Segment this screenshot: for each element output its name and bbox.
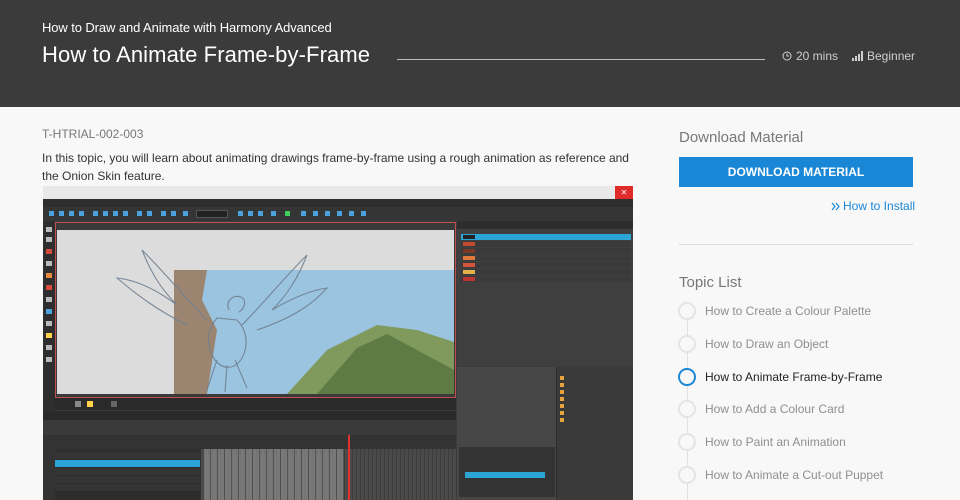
signal-bars-icon — [852, 51, 863, 61]
sidebar-divider — [679, 244, 913, 245]
topic-item-draw-object[interactable]: How to Draw an Object — [678, 334, 828, 354]
topic-item-colour-card[interactable]: How to Add a Colour Card — [678, 399, 844, 419]
how-to-install-label: How to Install — [843, 199, 916, 213]
tool-properties-panel — [457, 367, 633, 500]
topic-label: How to Animate a Cut-out Puppet — [705, 468, 884, 482]
topic-label: How to Paint an Animation — [705, 435, 846, 449]
tool-sidebar — [43, 221, 55, 431]
how-to-install-link[interactable]: How to Install — [831, 199, 915, 213]
circle-icon — [678, 400, 696, 418]
topic-item-paint-animation[interactable]: How to Paint an Animation — [678, 432, 846, 452]
topic-code: T-HTRIAL-002-003 — [42, 127, 144, 141]
clock-icon — [782, 51, 792, 61]
page-header: How to Draw and Animate with Harmony Adv… — [0, 0, 960, 107]
window-menubar — [43, 199, 633, 207]
drawing-canvas — [57, 230, 454, 394]
timeline-frames — [201, 449, 456, 500]
circle-icon — [678, 433, 696, 451]
topic-item-cut-out-puppet[interactable]: How to Animate a Cut-out Puppet — [678, 465, 883, 485]
scene-art — [115, 249, 454, 394]
window-toolbar — [43, 207, 633, 221]
circle-icon — [678, 335, 696, 353]
window-close-icon: ✕ — [615, 186, 633, 199]
page-title: How to Animate Frame-by-Frame — [42, 42, 371, 67]
download-heading: Download Material — [679, 129, 804, 146]
header-divider — [397, 59, 765, 60]
window-titlebar: ✕ — [43, 186, 633, 199]
circle-icon — [678, 302, 696, 320]
circle-icon — [678, 466, 696, 484]
camera-status-bar — [55, 398, 456, 410]
download-material-button[interactable]: DOWNLOAD MATERIAL — [679, 157, 913, 187]
playhead — [348, 435, 350, 500]
topic-intro: In this topic, you will learn about anim… — [42, 151, 629, 183]
library-list — [558, 375, 633, 435]
course-title[interactable]: How to Draw and Animate with Harmony Adv… — [42, 20, 332, 35]
topic-list-heading: Topic List — [679, 274, 742, 291]
topic-item-animate-frame-by-frame[interactable]: How to Animate Frame-by-Frame — [678, 367, 882, 387]
topic-label: How to Create a Colour Palette — [705, 304, 872, 318]
circle-icon — [678, 368, 696, 386]
level-text: Beginner — [867, 49, 916, 63]
topic-label: How to Animate Frame-by-Frame — [705, 370, 883, 384]
double-chevron-right-icon — [831, 202, 840, 210]
harmony-screenshot: ✕ — [43, 186, 633, 500]
duration-text: 20 mins — [796, 49, 839, 63]
camera-view — [55, 222, 456, 398]
level-meta: Beginner — [852, 49, 915, 63]
duration-meta: 20 mins — [782, 49, 838, 63]
topic-label: How to Add a Colour Card — [705, 402, 845, 416]
topic-label: How to Draw an Object — [705, 337, 829, 351]
topic-item-colour-palette[interactable]: How to Create a Colour Palette — [678, 301, 871, 321]
timeline-panel — [43, 411, 456, 500]
timeline-layers — [55, 449, 200, 500]
colour-view-panel — [457, 221, 633, 366]
